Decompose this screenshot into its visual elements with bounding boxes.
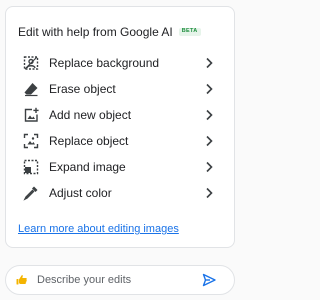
option-replace-object[interactable]: Replace object <box>6 128 234 154</box>
color-picker-icon <box>23 186 38 201</box>
describe-edits-input[interactable]: Describe your edits <box>5 265 235 295</box>
send-icon[interactable] <box>202 273 216 287</box>
edit-panel: Edit with help from Google AI BETA Repla… <box>5 6 235 248</box>
option-add-new-object[interactable]: Add new object <box>6 102 234 128</box>
chevron-right-icon <box>206 83 213 95</box>
hand-icon <box>16 275 27 285</box>
option-label: Expand image <box>49 160 126 174</box>
option-label: Add new object <box>49 108 132 122</box>
chevron-right-icon <box>206 109 213 121</box>
replace-object-icon <box>23 133 39 149</box>
panel-header: Edit with help from Google AI BETA <box>18 25 201 39</box>
add-image-icon <box>24 107 39 122</box>
option-replace-background[interactable]: Replace background <box>6 50 234 76</box>
replace-background-icon <box>23 56 39 70</box>
option-label: Erase object <box>49 82 116 96</box>
chevron-right-icon <box>206 135 213 147</box>
eraser-icon <box>24 83 38 97</box>
option-expand-image[interactable]: Expand image <box>6 154 234 180</box>
option-label: Replace object <box>49 134 129 148</box>
option-adjust-color[interactable]: Adjust color <box>6 180 234 206</box>
edit-options-list: Replace background Erase object Add new … <box>6 50 234 206</box>
chevron-right-icon <box>206 161 213 173</box>
option-label: Replace background <box>49 56 160 70</box>
chevron-right-icon <box>206 187 213 199</box>
expand-image-icon <box>23 159 39 175</box>
panel-title: Edit with help from Google AI <box>18 25 173 39</box>
input-placeholder: Describe your edits <box>37 274 132 286</box>
option-label: Adjust color <box>49 186 112 200</box>
option-erase-object[interactable]: Erase object <box>6 76 234 102</box>
chevron-right-icon <box>206 57 213 69</box>
learn-more-link[interactable]: Learn more about editing images <box>18 223 179 235</box>
beta-badge: BETA <box>178 27 201 37</box>
